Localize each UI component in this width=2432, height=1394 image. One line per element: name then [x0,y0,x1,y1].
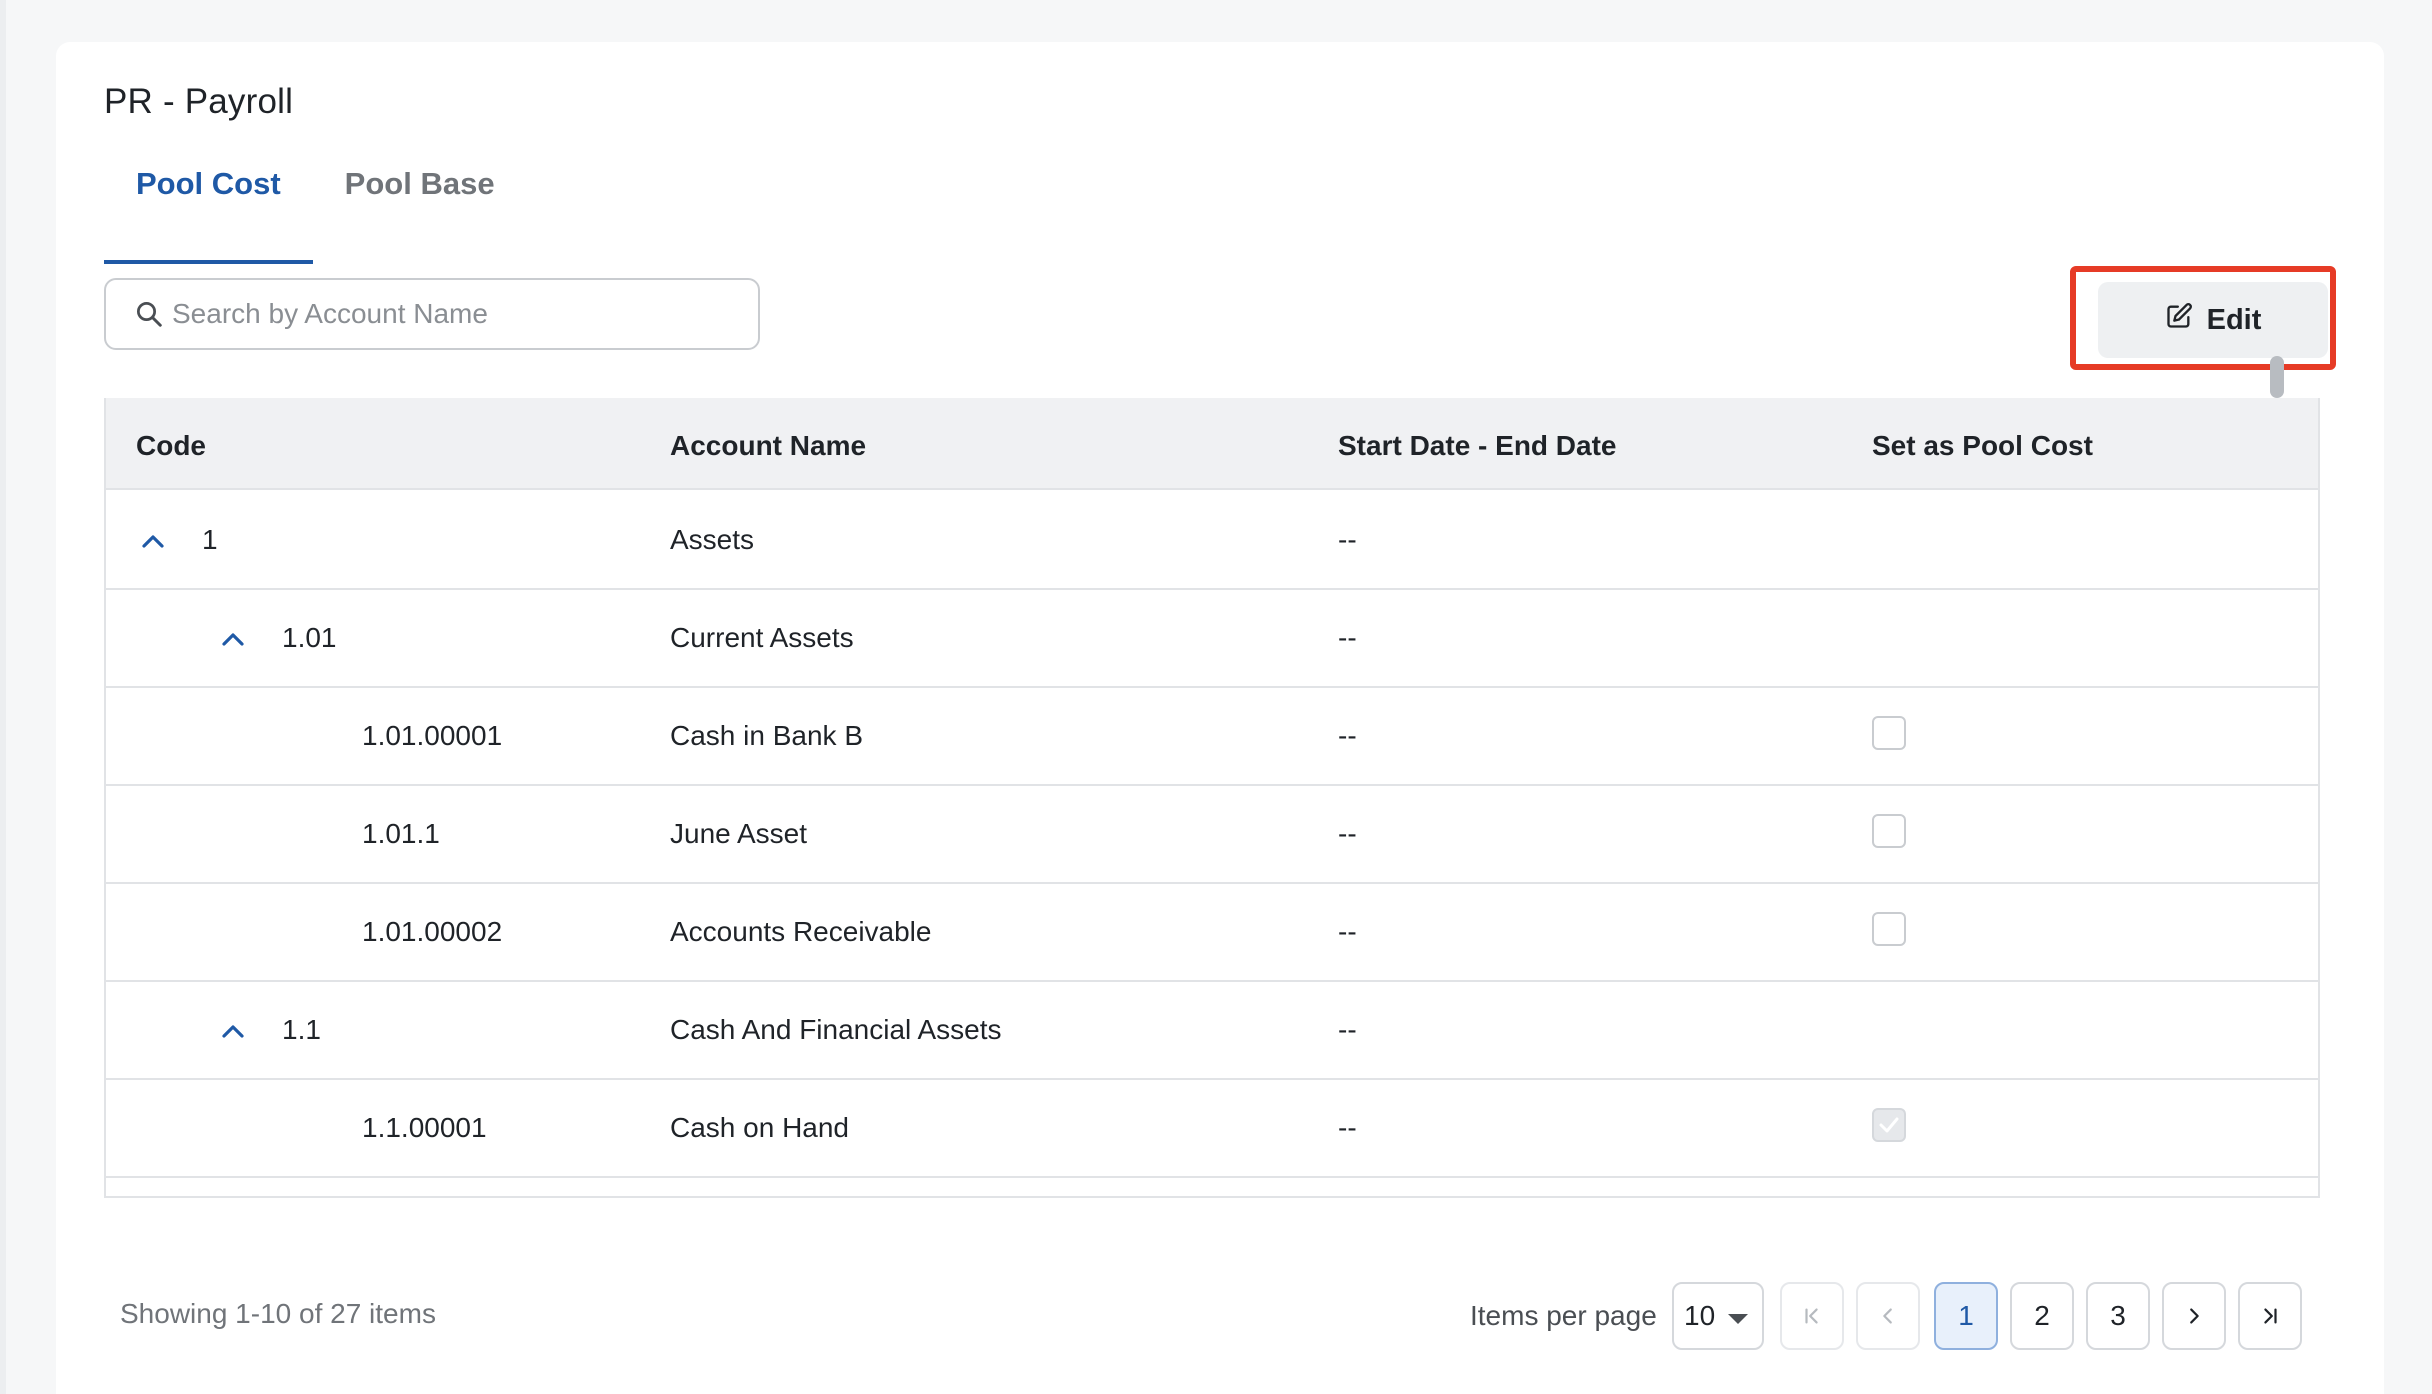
table-row: 1.1.00001 Cash on Hand -- [106,1080,2318,1178]
chevron-left-icon [1883,1308,1892,1324]
table-row: 1.1 Cash And Financial Assets -- [106,982,2318,1080]
column-header-code: Code [136,430,206,461]
row-dates: -- [1338,622,1357,653]
pool-cost-checkbox-checked [1872,1108,1906,1142]
row-code: 1.01.1 [362,818,440,849]
row-account-name: June Asset [670,818,807,849]
column-header-set-as-pool-cost: Set as Pool Cost [1872,430,2093,461]
row-dates: -- [1338,524,1357,555]
first-page-icon [1805,1308,1818,1324]
search-input[interactable] [172,284,732,344]
row-account-name: Assets [670,524,755,555]
row-account-name: Accounts Receivable [670,916,932,947]
row-account-name: Cash in Bank B [670,720,863,751]
edit-icon [2165,302,2193,338]
items-per-page-value: 10 [1684,1300,1716,1331]
accounts-table: Code Account Name Start Date - End Date … [104,398,2320,1198]
row-dates: -- [1338,720,1357,751]
edit-highlight-frame: Edit [2070,266,2336,370]
row-account-name: Cash And Financial Assets [670,1014,1002,1045]
row-code: 1.01.00001 [362,720,503,751]
table-row: 1.01.00001 Cash in Bank B -- [106,688,2318,786]
search-box [104,278,760,350]
pool-cost-checkbox[interactable] [1872,716,1906,750]
checkmark-icon [1879,1117,1899,1133]
row-dates: -- [1338,1112,1357,1143]
last-page-icon [2264,1308,2277,1324]
items-per-page-select[interactable]: 10 [1672,1282,1764,1350]
next-page-button[interactable] [2162,1282,2226,1350]
left-edge-strip [0,0,6,1394]
edit-button-label: Edit [2206,303,2262,336]
chevron-up-icon[interactable] [140,528,166,554]
pool-cost-checkbox[interactable] [1872,912,1906,946]
chevron-up-icon[interactable] [220,1018,246,1044]
row-code: 1.1 [282,1014,321,1045]
caret-down-icon [1728,1314,1748,1324]
row-code: 1.01.00002 [362,916,503,947]
page-button-1[interactable]: 1 [1934,1282,1998,1350]
tab-pool-base[interactable]: Pool Base [313,152,527,264]
page-button-2[interactable]: 2 [2010,1282,2074,1350]
main-card: PR - Payroll Pool Cost Pool Base Edit Co… [56,42,2384,1394]
edit-button[interactable]: Edit [2098,282,2328,358]
table-row: 1.01.00002 Accounts Receivable -- [106,884,2318,982]
table-scrollbar-thumb[interactable] [2270,356,2284,398]
page-button-3[interactable]: 3 [2086,1282,2150,1350]
row-account-name: Cash on Hand [670,1112,850,1143]
previous-page-button[interactable] [1856,1282,1920,1350]
pagination-summary: Showing 1-10 of 27 items [120,1298,436,1329]
row-dates: -- [1338,916,1357,947]
row-account-name: Current Assets [670,622,854,653]
column-header-account-name: Account Name [670,430,867,461]
items-per-page-label: Items per page [1470,1300,1657,1331]
pool-cost-checkbox[interactable] [1872,814,1906,848]
search-icon [106,280,178,348]
chevron-right-icon [2190,1308,2199,1324]
row-code: 1.1.00001 [362,1112,487,1143]
page-title: PR - Payroll [104,82,294,121]
chevron-up-icon[interactable] [220,626,246,652]
table-row: 1.01.1 June Asset -- [106,786,2318,884]
column-header-dates: Start Date - End Date [1338,430,1617,461]
tab-pool-cost[interactable]: Pool Cost [104,152,313,264]
table-header: Code Account Name Start Date - End Date … [106,398,2318,490]
row-dates: -- [1338,1014,1357,1045]
table-row: 1.01 Current Assets -- [106,590,2318,688]
first-page-button[interactable] [1780,1282,1844,1350]
row-code: 1.01 [282,622,337,653]
tab-bar: Pool Cost Pool Base [104,152,527,264]
last-page-button[interactable] [2238,1282,2302,1350]
row-dates: -- [1338,818,1357,849]
row-code: 1 [202,524,218,555]
table-row: 1 Assets -- [106,492,2318,590]
